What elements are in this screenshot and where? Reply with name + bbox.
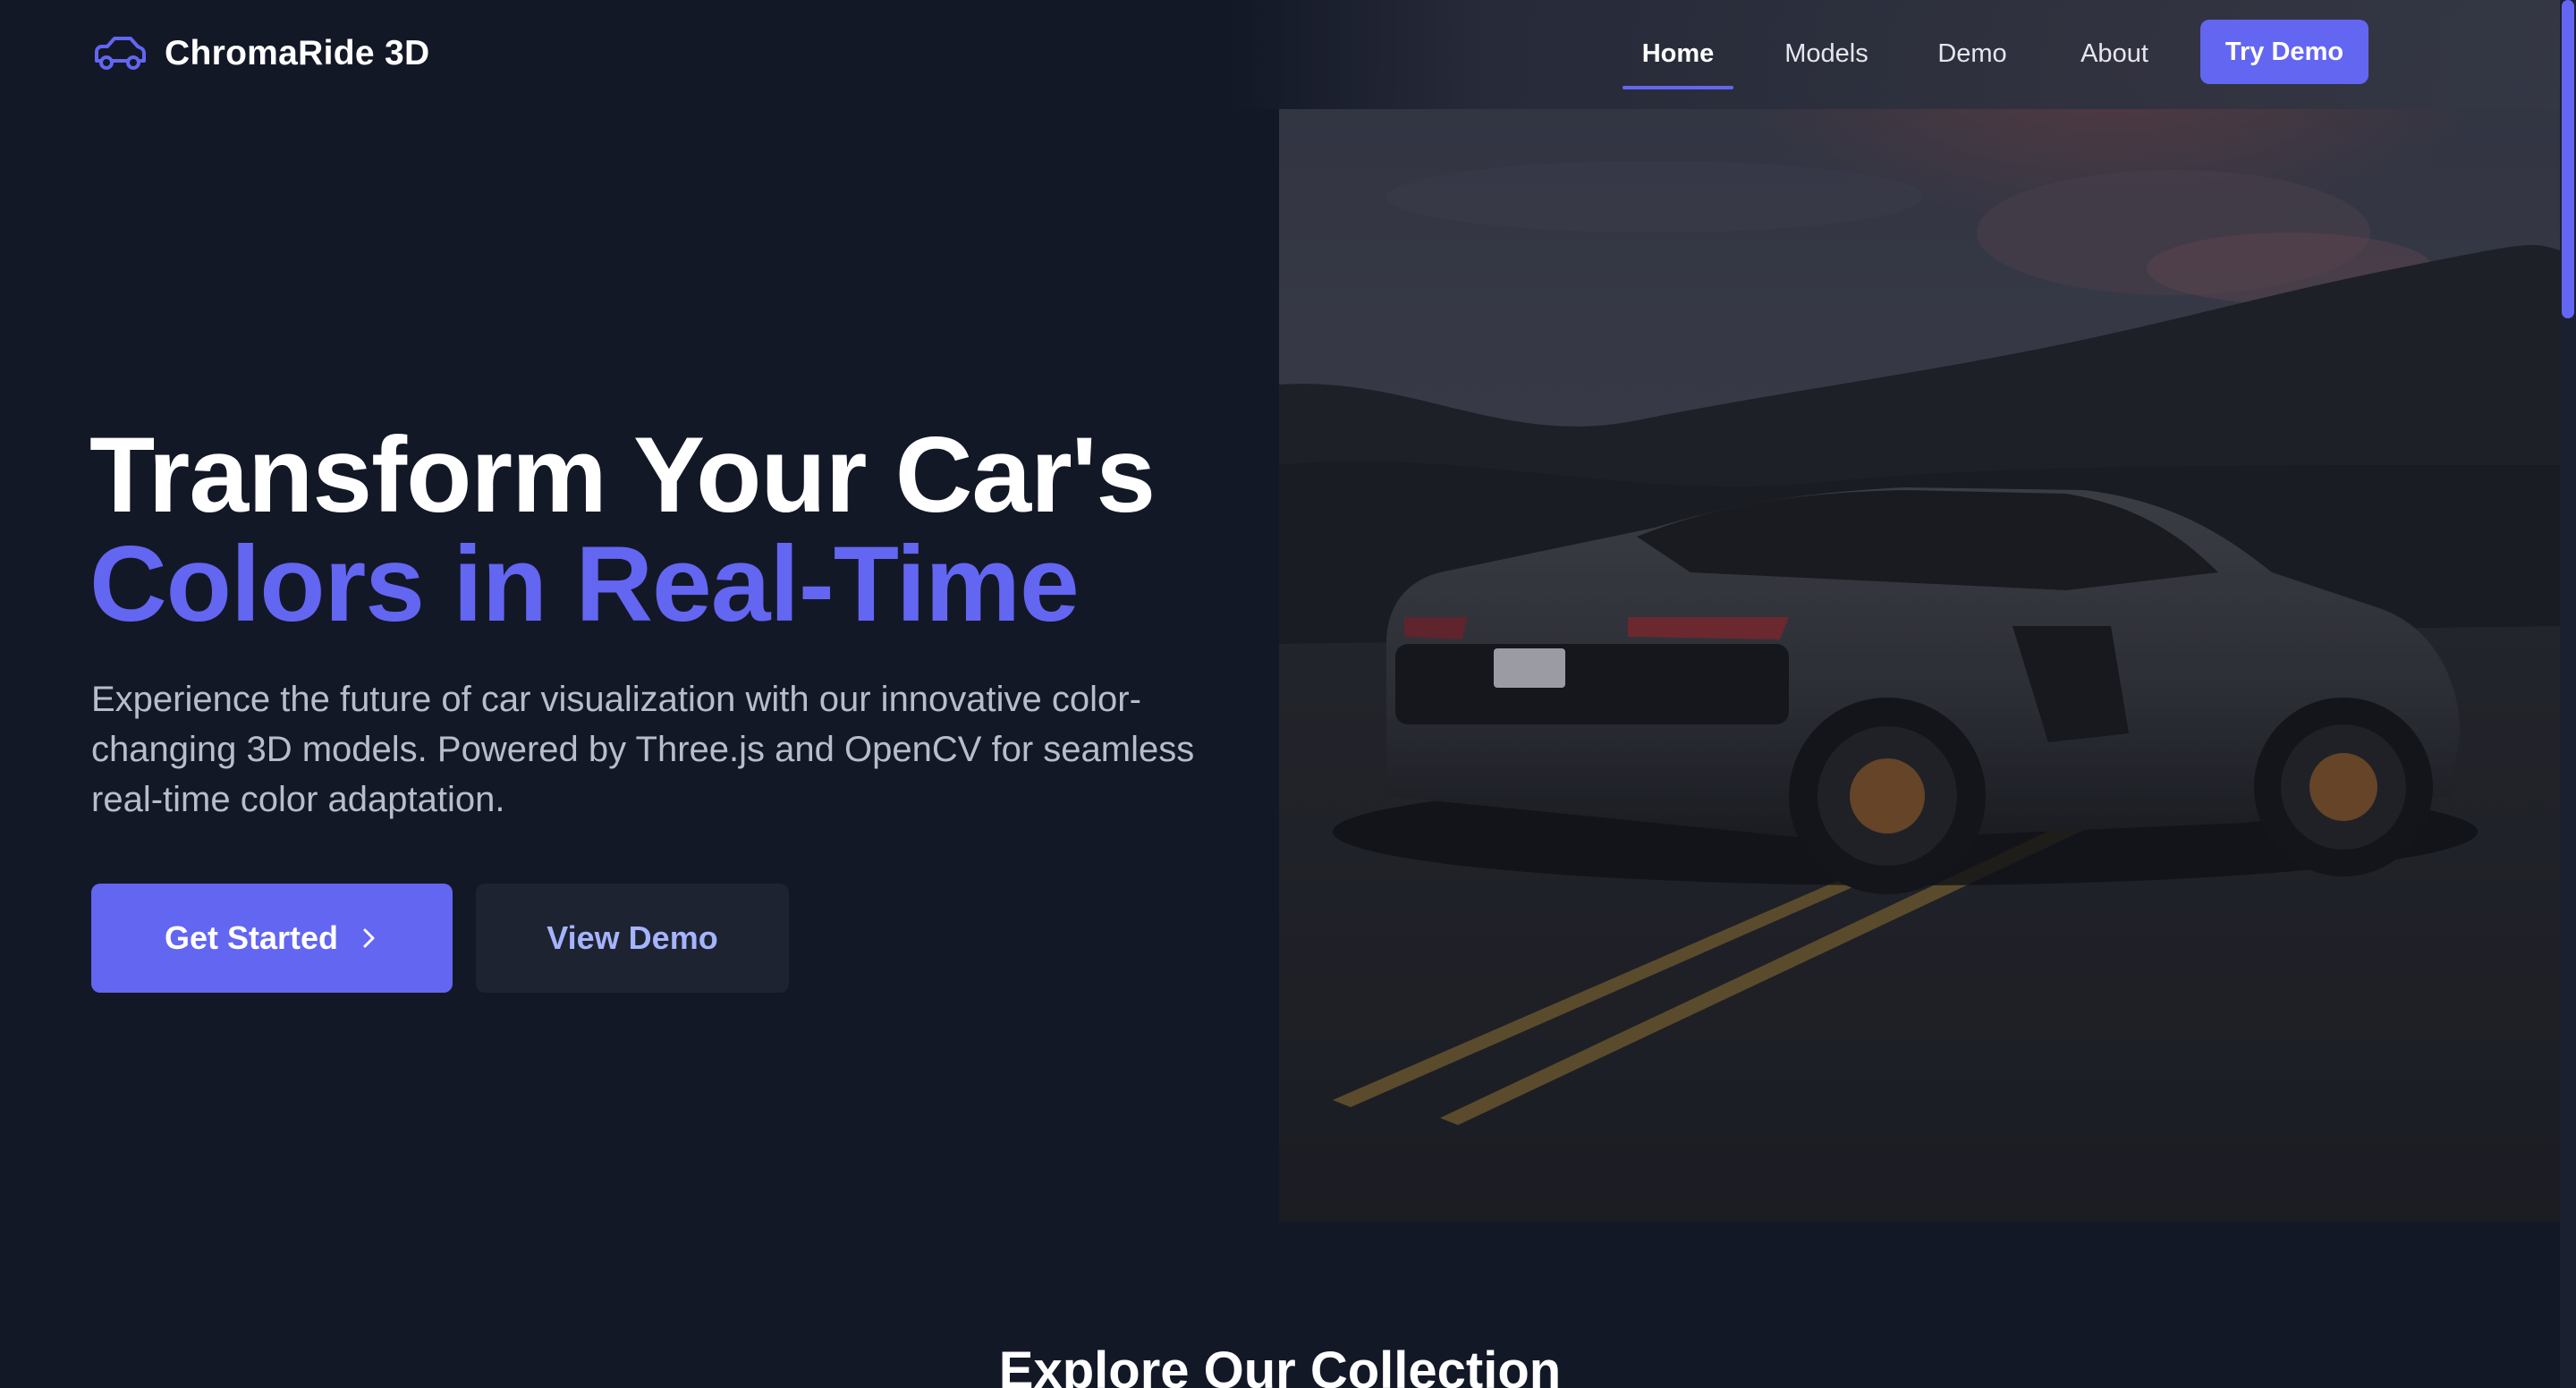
nav-item-home[interactable]: Home xyxy=(1623,20,1733,89)
view-demo-button[interactable]: View Demo xyxy=(476,884,789,993)
get-started-label: Get Started xyxy=(164,919,339,956)
page-scrollbar[interactable] xyxy=(2560,0,2576,1388)
hero-title: Transform Your Car's Colors in Real-Time xyxy=(89,415,1156,644)
hero-car-image xyxy=(1279,0,2560,1222)
nav-links: Home Models Demo About xyxy=(0,20,2560,89)
chevron-right-icon xyxy=(363,928,375,948)
nav-item-demo[interactable]: Demo xyxy=(1932,20,2012,88)
hero-title-line1: Transform Your Car's xyxy=(89,415,1156,535)
hero-title-line2: Colors in Real-Time xyxy=(89,524,1080,644)
scrollbar-thumb[interactable] xyxy=(2562,0,2574,318)
collection-section-title: Explore Our Collection xyxy=(998,1341,1562,1388)
hero-description: Experience the future of car visualizati… xyxy=(91,680,1195,819)
car-photo-illustration xyxy=(1279,0,2560,1222)
top-navbar: ChromaRide 3D Home Models Demo About Try… xyxy=(0,0,2560,109)
view-demo-label: View Demo xyxy=(547,919,718,956)
try-demo-button[interactable]: Try Demo xyxy=(2200,20,2368,84)
get-started-button[interactable]: Get Started xyxy=(91,884,453,993)
nav-item-models[interactable]: Models xyxy=(1780,20,1873,88)
landing-page: ChromaRide 3D Home Models Demo About Try… xyxy=(0,0,2576,1388)
nav-item-about[interactable]: About xyxy=(2073,20,2156,88)
